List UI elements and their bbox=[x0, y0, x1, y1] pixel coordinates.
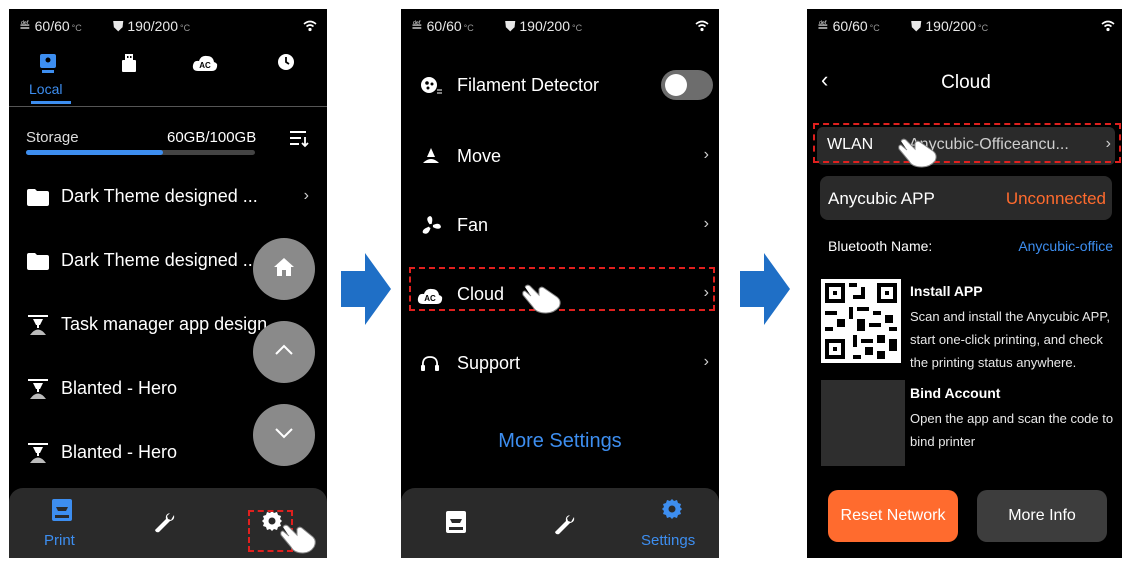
filament-toggle[interactable] bbox=[661, 70, 713, 100]
install-app-text: Scan and install the Anycubic APP, start… bbox=[910, 309, 1110, 370]
chevron-right-icon: › bbox=[303, 187, 309, 204]
pointer-hand-icon bbox=[521, 281, 565, 320]
cloud-ac-icon[interactable]: AC bbox=[192, 53, 218, 73]
qr-code-icon bbox=[821, 279, 901, 363]
filament-icon bbox=[419, 76, 443, 96]
bluetooth-name: Anycubic-office bbox=[1018, 238, 1113, 254]
file-name: Blanted - Hero bbox=[61, 378, 178, 398]
bind-account-title: Bind Account bbox=[910, 385, 1001, 401]
app-status: Unconnected bbox=[1005, 189, 1106, 208]
scroll-down-button[interactable] bbox=[253, 404, 315, 466]
app-label: Anycubic APP bbox=[828, 189, 935, 208]
settings-item-fan[interactable]: Fan › bbox=[415, 210, 713, 242]
highlight-box bbox=[813, 123, 1121, 163]
print-icon bbox=[51, 498, 73, 522]
toggle-knob bbox=[665, 74, 687, 96]
status-bar: ≝ 60/60 °C ⛊ 190/200 °C bbox=[9, 9, 327, 43]
tab-settings-label: Settings bbox=[641, 532, 696, 549]
sort-icon[interactable] bbox=[290, 130, 310, 148]
home-button[interactable] bbox=[253, 238, 315, 300]
nozzle-temp: ≝ 60/60 °C bbox=[411, 18, 474, 34]
file-name: Task manager app design bbox=[61, 314, 268, 334]
folder-icon bbox=[27, 253, 49, 270]
file-name: Dark Theme designed ... bbox=[61, 186, 258, 206]
bind-qr-placeholder bbox=[821, 380, 905, 466]
tab-print[interactable]: Print bbox=[43, 498, 83, 552]
tab-local-label: Local bbox=[29, 81, 63, 97]
shield-icon: ⛊ bbox=[505, 18, 516, 34]
model-icon bbox=[27, 314, 49, 336]
bind-account-text: Open the app and scan the code to bind p… bbox=[910, 411, 1114, 449]
wifi-icon bbox=[1101, 19, 1115, 35]
shield-icon: ⛊ bbox=[113, 18, 124, 34]
usb-icon[interactable] bbox=[120, 53, 138, 73]
page-title: Cloud bbox=[941, 72, 991, 93]
pointer-hand-icon bbox=[897, 135, 941, 174]
nozzle-icon: ≝ bbox=[19, 18, 31, 34]
model-icon bbox=[27, 442, 49, 464]
pointer-hand-icon bbox=[279, 521, 319, 558]
cloud-screen: ≝ 60/60 °C ⛊ 190/200 °C ‹ Cloud WLAN Anycu… bbox=[807, 9, 1122, 558]
wifi-icon bbox=[303, 19, 317, 35]
chevron-right-icon: › bbox=[703, 215, 709, 232]
nozzle-temp: ≝ 60/60 °C bbox=[19, 18, 82, 34]
svg-text:AC: AC bbox=[199, 61, 211, 70]
flow-arrow-icon bbox=[341, 253, 391, 330]
bed-temp: ⛊ 190/200 °C bbox=[113, 18, 191, 34]
nozzle-icon: ≝ bbox=[411, 18, 423, 34]
tab-local[interactable]: Local bbox=[29, 53, 69, 99]
flow-arrow-icon bbox=[740, 253, 790, 330]
storage-bar bbox=[26, 150, 255, 155]
install-app-title: Install APP bbox=[910, 283, 983, 299]
wifi-icon bbox=[695, 19, 709, 35]
move-icon bbox=[421, 147, 441, 167]
tab-indicator bbox=[31, 101, 71, 104]
home-icon bbox=[273, 257, 295, 282]
chevron-right-icon: › bbox=[703, 353, 709, 370]
shield-icon: ⛊ bbox=[911, 18, 922, 34]
status-bar: ≝ 60/60 °C ⛊ 190/200 °C bbox=[807, 9, 1122, 43]
folder-icon bbox=[27, 189, 49, 206]
settings-screen: ≝ 60/60 °C ⛊ 190/200 °C Filament Detector … bbox=[401, 9, 719, 558]
tab-divider bbox=[9, 106, 327, 107]
fan-icon bbox=[420, 215, 442, 237]
scroll-up-button[interactable] bbox=[253, 321, 315, 383]
more-info-button[interactable]: More Info bbox=[977, 490, 1107, 542]
bed-temp: ⛊ 190/200 °C bbox=[911, 18, 989, 34]
settings-gear-icon bbox=[661, 498, 683, 520]
settings-item-filament-detector[interactable]: Filament Detector bbox=[415, 70, 713, 102]
files-screen: ≝ 60/60 °C ⛊ 190/200 °C Local AC Storage 6… bbox=[9, 9, 327, 558]
storage-bar-fill bbox=[26, 150, 164, 155]
storage-icon bbox=[38, 53, 58, 75]
support-icon bbox=[419, 354, 441, 374]
bed-temp: ⛊ 190/200 °C bbox=[505, 18, 583, 34]
chevron-right-icon: › bbox=[703, 146, 709, 163]
chevron-down-icon bbox=[274, 426, 294, 444]
status-bar: ≝ 60/60 °C ⛊ 190/200 °C bbox=[401, 9, 719, 43]
print-icon[interactable] bbox=[445, 510, 467, 534]
nozzle-icon: ≝ bbox=[817, 18, 829, 34]
storage-label: Storage bbox=[26, 129, 79, 146]
settings-item-move[interactable]: Move › bbox=[415, 141, 713, 173]
nozzle-temp: ≝ 60/60 °C bbox=[817, 18, 880, 34]
bluetooth-label: Bluetooth Name: bbox=[828, 238, 933, 254]
wrench-icon[interactable] bbox=[553, 512, 577, 536]
clock-icon[interactable] bbox=[277, 53, 295, 71]
tab-print-label: Print bbox=[44, 532, 75, 549]
file-name: Dark Theme designed ... bbox=[61, 250, 258, 270]
more-settings-link[interactable]: More Settings bbox=[401, 430, 719, 453]
file-row[interactable]: Dark Theme designed ... › bbox=[25, 184, 315, 212]
storage-value: 60GB/100GB bbox=[167, 129, 257, 146]
settings-item-support[interactable]: Support › bbox=[415, 348, 713, 380]
reset-network-button[interactable]: Reset Network bbox=[828, 490, 958, 542]
file-name: Blanted - Hero bbox=[61, 442, 178, 462]
anycubic-app-row[interactable]: Anycubic APP Unconnected bbox=[820, 176, 1112, 220]
tab-settings[interactable]: Settings bbox=[637, 498, 707, 552]
wrench-icon[interactable] bbox=[153, 510, 177, 534]
model-icon bbox=[27, 378, 49, 400]
chevron-up-icon bbox=[274, 343, 294, 361]
bottom-tab-bar: Settings bbox=[401, 488, 719, 558]
